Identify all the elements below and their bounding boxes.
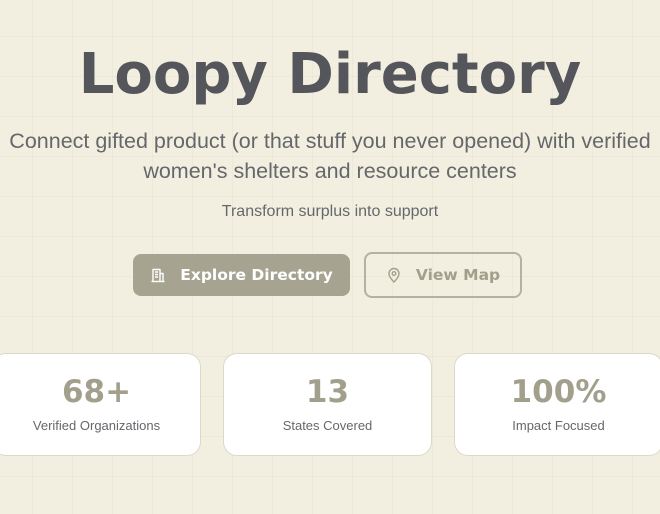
stat-card-impact: 100% Impact Focused — [454, 353, 660, 456]
view-map-button[interactable]: View Map — [364, 252, 522, 298]
stat-value: 100% — [510, 374, 607, 410]
stat-card-organizations: 68+ Verified Organizations — [0, 353, 201, 456]
hero-title: Loopy Directory — [78, 42, 582, 107]
stat-label: Impact Focused — [512, 418, 605, 433]
explore-directory-label: Explore Directory — [180, 266, 333, 284]
hero-subtitle: Connect gifted product (or that stuff yo… — [9, 129, 651, 183]
stat-value: 13 — [305, 374, 350, 410]
view-map-label: View Map — [415, 266, 501, 284]
stat-label: States Covered — [282, 418, 373, 433]
hero-tagline: Transform surplus into support — [221, 203, 439, 220]
stat-label: Verified Organizations — [32, 418, 161, 433]
building-icon — [150, 267, 166, 283]
explore-directory-button[interactable]: Explore Directory — [133, 254, 350, 296]
stat-card-states: 13 States Covered — [223, 353, 432, 456]
stat-value: 68+ — [61, 374, 132, 410]
map-pin-icon — [386, 267, 402, 283]
